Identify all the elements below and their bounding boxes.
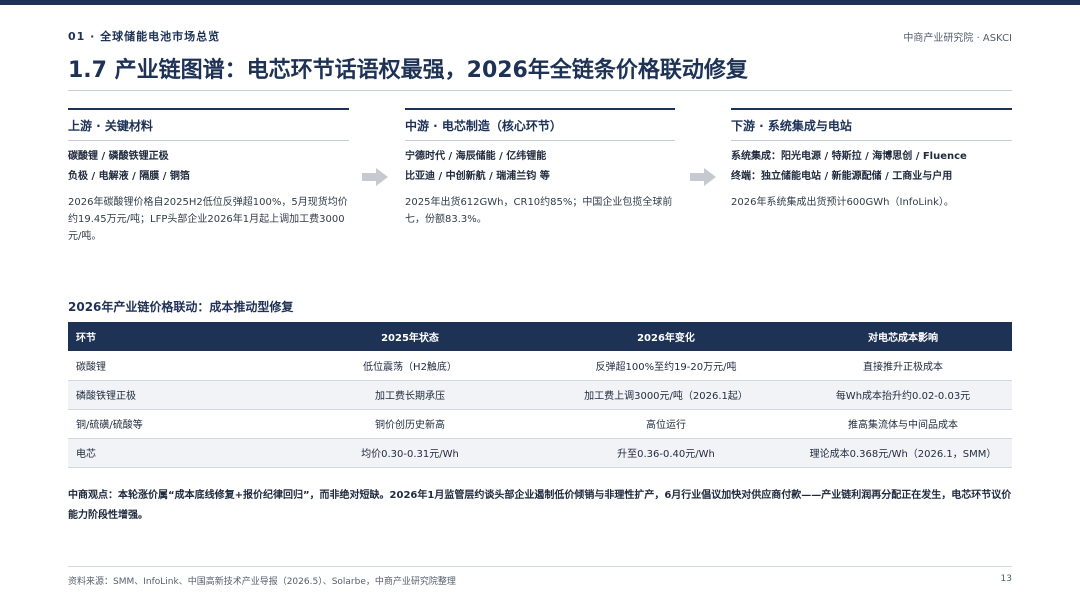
downstream-title: 下游 · 系统集成与电站 [731,117,1012,141]
table-cell: 每Wh成本抬升约0.02-0.03元 [794,380,1012,410]
midstream-column: 中游 · 电芯制造（核心环节） 宁德时代 / 海辰储能 / 亿纬锂能 比亚迪 /… [405,108,675,228]
table-cell: 低位震荡（H2触底） [282,351,538,381]
table-cell: 高位运行 [538,409,794,439]
table-cell: 磷酸铁锂正极 [68,380,282,410]
right-arrow-icon [690,168,718,186]
right-arrow-icon [362,168,390,186]
column-rule [405,108,675,110]
downstream-column: 下游 · 系统集成与电站 系统集成：阳光电源 / 特斯拉 / 海博思创 / Fl… [731,108,1012,211]
midstream-title: 中游 · 电芯制造（核心环节） [405,117,675,141]
page-title: 1.7 产业链图谱：电芯环节话语权最强，2026年全链条价格联动修复 [68,58,748,83]
table-cell: 加工费长期承压 [282,380,538,410]
table-header-cell: 2025年状态 [282,322,538,351]
table-header-cell: 环节 [68,322,282,351]
table-cell: 直接推升正极成本 [794,351,1012,381]
table-cell: 电芯 [68,438,282,468]
upstream-column: 上游 · 关键材料 碳酸锂 / 磷酸铁锂正极 负极 / 电解液 / 隔膜 / 铜… [68,108,349,245]
source-note: 资料来源：SMM、InfoLink、中国高新技术产业导报（2026.5）、Sol… [68,577,456,587]
upstream-title: 上游 · 关键材料 [68,117,349,141]
midstream-line: 宁德时代 / 海辰储能 / 亿纬锂能 [405,151,547,162]
footer-divider [68,566,1012,567]
table-cell: 反弹超100%至约19-20万元/吨 [538,351,794,381]
upstream-line: 负极 / 电解液 / 隔膜 / 铜箔 [68,171,190,182]
table-cell: 理论成本0.368元/Wh（2026.1，SMM） [794,438,1012,468]
midstream-line: 比亚迪 / 中创新航 / 瑞浦兰钧 等 [405,171,550,182]
table-cell: 铜价创历史新高 [282,409,538,439]
table-cell: 铜/硫磺/硫酸等 [68,409,282,439]
downstream-line: 系统集成：阳光电源 / 特斯拉 / 海博思创 / Fluence [731,151,967,162]
page-number: 13 [1000,574,1012,584]
title-divider [68,90,1012,91]
table-header-row: 环节 2025年状态 2026年变化 对电芯成本影响 [68,322,1012,351]
brand-label: 中商产业研究院 · ASKCI [903,33,1012,44]
column-rule [68,108,349,110]
midstream-note: 2025年出货612GWh，CR10约85%；中国企业包揽全球前七，份额83.3… [405,197,673,225]
price-linkage-table: 环节 2025年状态 2026年变化 对电芯成本影响 碳酸锂 低位震荡（H2触底… [68,322,1012,468]
downstream-line: 终端：独立储能电站 / 新能源配储 / 工商业与户用 [731,171,953,182]
table-row: 碳酸锂 低位震荡（H2触底） 反弹超100%至约19-20万元/吨 直接推升正极… [68,351,1012,381]
table-header-cell: 对电芯成本影响 [794,322,1012,351]
table-title: 2026年产业链价格联动：成本推动型修复 [68,300,294,314]
table-cell: 碳酸锂 [68,351,282,381]
table-cell: 推高集流体与中间品成本 [794,409,1012,439]
table-cell: 均价0.30-0.31元/Wh [282,438,538,468]
analyst-viewpoint: 中商观点：本轮涨价属“成本底线修复+报价纪律回归”，而非绝对短缺。2026年1月… [68,490,1012,521]
table-row: 铜/硫磺/硫酸等 铜价创历史新高 高位运行 推高集流体与中间品成本 [68,409,1012,439]
table-cell: 加工费上调3000元/吨（2026.1起） [538,380,794,410]
downstream-note: 2026年系统集成出货预计600GWh（InfoLink）。 [731,197,954,208]
table-row: 磷酸铁锂正极 加工费长期承压 加工费上调3000元/吨（2026.1起） 每Wh… [68,380,1012,410]
upstream-line: 碳酸锂 / 磷酸铁锂正极 [68,151,169,162]
table-header-cell: 2026年变化 [538,322,794,351]
top-accent-bar [0,0,1080,5]
upstream-note: 2026年碳酸锂价格自2025H2低位反弹超100%，5月现货均价约19.45万… [68,197,348,242]
table-cell: 升至0.36-0.40元/Wh [538,438,794,468]
table-row: 电芯 均价0.30-0.31元/Wh 升至0.36-0.40元/Wh 理论成本0… [68,438,1012,468]
section-label: 01 · 全球储能电池市场总览 [68,30,221,43]
column-rule [731,108,1012,110]
